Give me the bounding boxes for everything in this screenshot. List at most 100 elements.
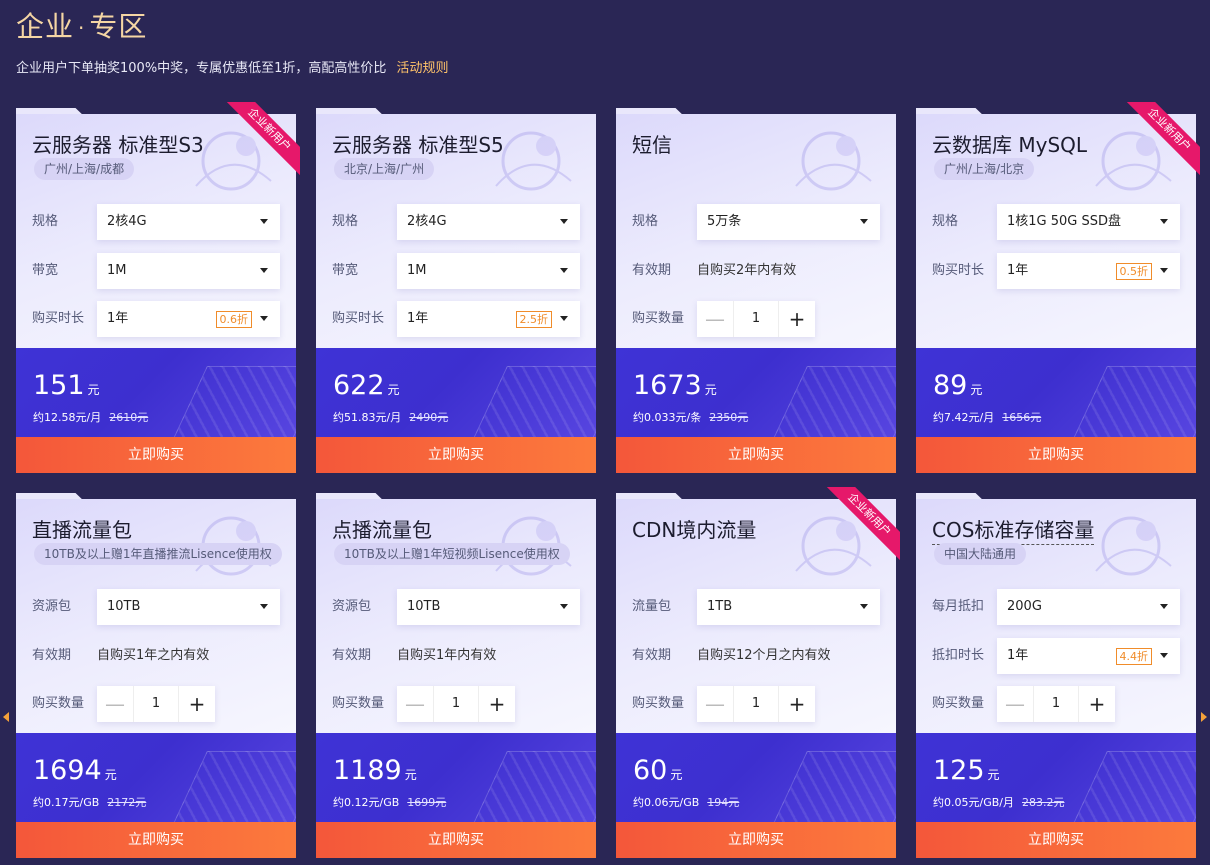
original-price: 2610元 (109, 411, 149, 424)
config-row: 购买时长 1年 0.6折 (32, 301, 282, 337)
region-tag: 中国大陆通用 (934, 543, 1027, 565)
chevron-down-icon (560, 604, 568, 609)
quantity-input[interactable]: 1 (733, 301, 779, 337)
ribbon-label: 企业新用户 (226, 102, 300, 176)
card-title: 云服务器 标准型S3 (32, 133, 204, 157)
original-price: 283.2元 (1021, 796, 1065, 809)
chevron-down-icon (1160, 653, 1168, 658)
new-user-ribbon: 企业新用户 (826, 487, 900, 561)
decrement-button[interactable]: — (97, 686, 133, 722)
config-select[interactable]: 1年 0.5折 (997, 253, 1180, 289)
config-row: 购买数量 —1 + (632, 301, 882, 337)
card-config-panel: 云服务器 标准型S5 北京/上海/广州 规格 2核4G 带宽 1M 购买时长 1年 2.5折 (316, 114, 596, 348)
increment-button[interactable]: + (779, 301, 815, 337)
config-row: 资源包 10TB (332, 589, 582, 625)
buy-now-button[interactable]: 立即购买 (916, 437, 1196, 473)
increment-button[interactable]: + (179, 686, 215, 722)
price: 60 元 (633, 755, 682, 786)
config-label: 购买时长 (332, 311, 385, 326)
price-unit: 元 (104, 768, 117, 782)
buy-now-button[interactable]: 立即购买 (916, 822, 1196, 858)
config-select[interactable]: 2核4G (97, 204, 280, 240)
quantity-input[interactable]: 1 (733, 686, 779, 722)
config-row: 购买数量 —1 + (32, 686, 282, 722)
buy-now-button[interactable]: 立即购买 (616, 437, 896, 473)
config-select[interactable]: 10TB (97, 589, 280, 625)
quantity-input[interactable]: 1 (133, 686, 179, 722)
config-row: 购买数量 —1 + (632, 686, 882, 722)
validity-text: 自购买12个月之内有效 (697, 648, 831, 663)
server-illustration-icon (165, 366, 296, 437)
config-select[interactable]: 1M (397, 253, 580, 289)
buy-now-button[interactable]: 立即购买 (316, 822, 596, 858)
config-select[interactable]: 2核4G (397, 204, 580, 240)
config-label: 有效期 (632, 648, 672, 663)
select-value: 1M (107, 263, 127, 278)
price-detail: 约51.83元/月 2490元 (333, 409, 448, 425)
server-illustration-icon (1065, 751, 1196, 822)
config-label: 购买数量 (632, 311, 685, 326)
chevron-down-icon (260, 604, 268, 609)
quantity-stepper: —1 + (997, 686, 1115, 722)
config-label: 购买数量 (332, 696, 385, 711)
carousel-prev-arrow-icon[interactable] (3, 712, 9, 722)
card-price-panel: 1694 元约0.17元/GB 2172元 (16, 733, 296, 822)
buy-now-button[interactable]: 立即购买 (316, 437, 596, 473)
page-title-part: 专区 (89, 10, 148, 43)
page-title-dot: · (78, 16, 86, 40)
config-row: 流量包 1TB (632, 589, 882, 625)
unit-price: 约0.05元/GB/月 (933, 796, 1014, 809)
increment-button[interactable]: + (479, 686, 515, 722)
card-title: 直播流量包 (32, 518, 132, 542)
original-price: 194元 (707, 796, 740, 809)
price-amount: 1189 (333, 755, 402, 786)
config-select[interactable]: 1年 4.4折 (997, 638, 1180, 674)
config-row: 规格 1核1G 50G SSD盘 (932, 204, 1182, 240)
quantity-input[interactable]: 1 (1033, 686, 1079, 722)
original-price: 2172元 (107, 796, 147, 809)
product-card: 云数据库 MySQL 广州/上海/北京 规格 1核1G 50G SSD盘 购买时长 1年 0… (916, 102, 1200, 473)
decrement-button[interactable]: — (397, 686, 433, 722)
chevron-down-icon (1160, 268, 1168, 273)
decrement-button[interactable]: — (997, 686, 1033, 722)
config-label: 有效期 (332, 648, 372, 663)
price-detail: 约12.58元/月 2610元 (33, 409, 148, 425)
config-label: 资源包 (332, 599, 372, 614)
buy-now-button[interactable]: 立即购买 (16, 822, 296, 858)
quantity-input[interactable]: 1 (433, 686, 479, 722)
price-unit: 元 (704, 383, 717, 397)
config-select[interactable]: 1核1G 50G SSD盘 (997, 204, 1180, 240)
config-select[interactable]: 10TB (397, 589, 580, 625)
config-label: 流量包 (632, 599, 672, 614)
region-tag: 北京/上海/广州 (334, 158, 435, 180)
ribbon-label: 企业新用户 (1126, 102, 1200, 176)
product-card: 直播流量包 10TB及以上赠1年直播推流Lisence使用权 资源包 10TB 有效期 自… (16, 493, 296, 858)
buy-now-button[interactable]: 立即购买 (16, 437, 296, 473)
config-label: 带宽 (332, 263, 359, 278)
price-detail: 约0.12元/GB 1699元 (333, 794, 446, 810)
page-title: 企业 · 专区 (16, 5, 147, 45)
config-select[interactable]: 1年 0.6折 (97, 301, 280, 337)
price: 125 元 (933, 755, 1000, 786)
config-select[interactable]: 1年 2.5折 (397, 301, 580, 337)
decrement-button[interactable]: — (697, 686, 733, 722)
activity-rules-link[interactable]: 活动规则 (396, 61, 448, 76)
increment-button[interactable]: + (1079, 686, 1115, 722)
config-select[interactable]: 1TB (697, 589, 880, 625)
config-select[interactable]: 200G (997, 589, 1180, 625)
product-card: CDN境内流量 流量包 1TB 有效期 自购买12个月之内有效 购买数量 —1 + 企业新用户 6… (616, 487, 900, 858)
config-select[interactable]: 1M (97, 253, 280, 289)
buy-now-button[interactable]: 立即购买 (616, 822, 896, 858)
select-value: 10TB (107, 599, 141, 614)
price-amount: 1694 (33, 755, 102, 786)
price-unit: 元 (87, 383, 100, 397)
config-select[interactable]: 5万条 (697, 204, 880, 240)
config-row: 有效期 自购买1年内有效 (332, 638, 582, 674)
increment-button[interactable]: + (779, 686, 815, 722)
price-amount: 125 (933, 755, 985, 786)
config-row: 资源包 10TB (32, 589, 282, 625)
decrement-button[interactable]: — (697, 301, 733, 337)
carousel-next-arrow-icon[interactable] (1201, 712, 1207, 722)
price-detail: 约7.42元/月 1656元 (933, 409, 1041, 425)
price: 622 元 (333, 370, 400, 401)
